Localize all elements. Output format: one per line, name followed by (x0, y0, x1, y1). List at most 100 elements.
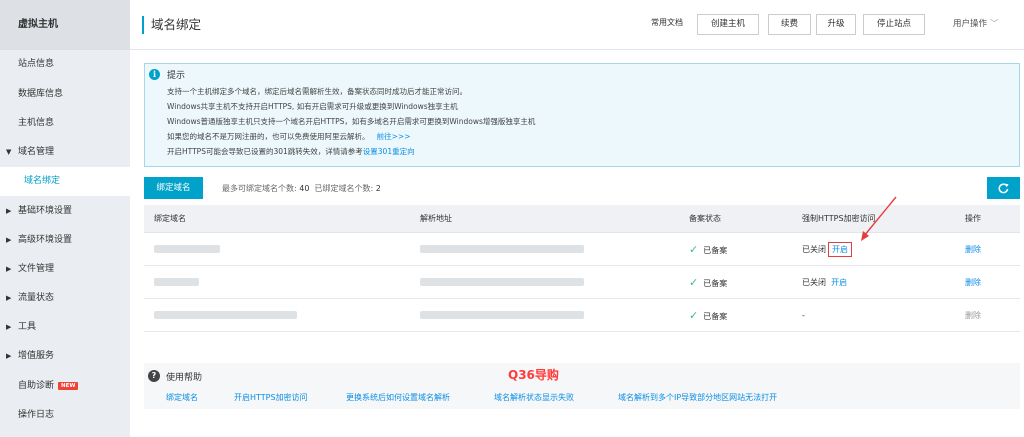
tip-line-text: 开启HTTPS可能会导致已设置的301跳转失效，详情请参考 (167, 147, 363, 156)
sidebar-item-site-info[interactable]: 站点信息 (0, 50, 130, 79)
help-title: 使用帮助 (166, 373, 203, 383)
upgrade-button[interactable]: 升级 (816, 14, 856, 35)
tip-line: Windows共享主机不支持开启HTTPS, 如有开启需求可升级或更换到Wind… (167, 102, 458, 111)
max-domains-value: 40 (299, 184, 310, 193)
help-link-bind-domain[interactable]: 绑定域名 (166, 392, 198, 403)
table-row: ✓ 已备案 - 删除 (144, 299, 1020, 332)
bind-domain-button[interactable]: 绑定域名 (144, 177, 203, 199)
tip-line: 支持一个主机绑定多个域名，绑定后域名需解析生效，备案状态同时成功后才能正常访问。 (167, 87, 467, 96)
sidebar-item-label: 工具 (18, 322, 37, 332)
record-status-text: 已备案 (703, 312, 728, 321)
sidebar-item-file-management[interactable]: ▶ 文件管理 (0, 255, 130, 284)
check-icon: ✓ (689, 243, 699, 256)
delete-link[interactable]: 删除 (965, 266, 981, 299)
caret-right-icon: ▶ (6, 236, 12, 244)
column-header: 操作 (965, 214, 981, 223)
sidebar-item-traffic-status[interactable]: ▶ 流量状态 (0, 284, 130, 313)
create-host-button[interactable]: 创建主机 (697, 14, 759, 35)
help-link-multi-ip[interactable]: 域名解析到多个IP导致部分地区网站无法打开 (618, 392, 777, 403)
table-header: 绑定域名 解析地址 备案状态 强制HTTPS加密访问 操作 (144, 205, 1020, 233)
go-to-dns-link[interactable]: 前往>>> (377, 132, 411, 141)
tips-panel: i 提示 支持一个主机绑定多个域名，绑定后域名需解析生效，备案状态同时成功后才能… (144, 63, 1020, 167)
bound-domains-label: 已绑定域名个数: (314, 184, 374, 193)
enable-https-link[interactable]: 开启 (828, 242, 852, 257)
sidebar-item-label: 主机信息 (18, 118, 55, 128)
redacted-domain (154, 278, 199, 286)
sidebar-item-basic-env[interactable]: ▶ 基础环境设置 (0, 197, 130, 226)
caret-right-icon: ▶ (6, 265, 12, 273)
sidebar-item-label: 高级环境设置 (18, 235, 73, 245)
sidebar-item-label: 文件管理 (18, 264, 55, 274)
caret-right-icon: ▶ (6, 207, 12, 215)
watermark: Q36导购 (508, 368, 559, 382)
help-icon: ? (148, 370, 160, 382)
delete-link[interactable]: 删除 (965, 233, 981, 266)
set-301-redirect-link[interactable]: 设置301重定向 (363, 147, 415, 156)
sidebar-item-label: 站点信息 (18, 59, 55, 69)
bind-count-info: 最多可绑定域名个数: 40 已绑定域名个数: 2 (222, 183, 381, 194)
table-row: ✓ 已备案 已关闭 开启 删除 (144, 266, 1020, 299)
sidebar-item-label: 增值服务 (18, 351, 55, 361)
record-status: ✓ 已备案 (689, 266, 727, 300)
user-menu-label: 用户操作 (953, 19, 988, 29)
sidebar-item-label: 域名管理 (18, 147, 55, 157)
https-state-text: 已关闭 (802, 245, 826, 254)
https-state: 已关闭 开启 (802, 233, 852, 266)
sidebar-item-label: 自助诊断 (18, 381, 55, 391)
new-badge: NEW (58, 382, 79, 390)
page-title: 域名绑定 (142, 16, 201, 34)
enable-https-link[interactable]: 开启 (831, 278, 847, 287)
tip-line: Windows普通版独享主机只支持一个域名开启HTTPS，如有多域名开启需求可更… (167, 117, 536, 126)
sidebar-item-tools[interactable]: ▶ 工具 (0, 313, 130, 342)
stop-site-button[interactable]: 停止站点 (863, 14, 925, 35)
https-state-text: - (802, 311, 805, 320)
sidebar-item-self-diagnosis[interactable]: 自助诊断 NEW (0, 372, 130, 401)
refresh-button[interactable] (987, 177, 1020, 199)
delete-link-disabled: 删除 (965, 311, 981, 320)
redacted-domain (154, 311, 297, 319)
sidebar-item-operation-log[interactable]: 操作日志 (0, 401, 130, 430)
column-header: 强制HTTPS加密访问 (802, 214, 876, 223)
column-header: 绑定域名 (154, 214, 186, 223)
tips-title: 提示 (167, 71, 186, 81)
check-icon: ✓ (689, 309, 699, 322)
sidebar-item-advanced-env[interactable]: ▶ 高级环境设置 (0, 226, 130, 255)
sidebar-item-domain-management[interactable]: ▼ 域名管理 (0, 138, 130, 167)
caret-right-icon: ▶ (6, 352, 12, 360)
refresh-icon (998, 183, 1009, 194)
sidebar-item-label: 域名绑定 (24, 176, 61, 186)
user-menu[interactable]: 用户操作 ﹀ (953, 17, 999, 29)
tip-line: 开启HTTPS可能会导致已设置的301跳转失效，详情请参考设置301重定向 (167, 146, 415, 157)
record-status: ✓ 已备案 (689, 299, 727, 333)
column-header: 解析地址 (420, 214, 452, 223)
redacted-address (420, 278, 584, 286)
caret-down-icon: ▼ (6, 148, 12, 156)
docs-link[interactable]: 常用文档 (651, 17, 683, 28)
renew-button[interactable]: 续费 (768, 14, 811, 35)
sidebar-item-label: 基础环境设置 (18, 206, 73, 216)
record-status: ✓ 已备案 (689, 233, 727, 267)
record-status-text: 已备案 (703, 279, 728, 288)
sidebar: 虚拟主机 站点信息 数据库信息 主机信息 ▼ 域名管理 域名绑定 ▶ 基础环境设置 … (0, 0, 130, 437)
help-link-dns-status-failed[interactable]: 域名解析状态显示失败 (494, 392, 574, 403)
sidebar-item-database-info[interactable]: 数据库信息 (0, 80, 130, 109)
max-domains-label: 最多可绑定域名个数: (222, 184, 297, 193)
help-link-dns-after-system-change[interactable]: 更换系统后如何设置域名解析 (346, 392, 450, 403)
sidebar-item-domain-binding[interactable]: 域名绑定 (0, 167, 130, 196)
tip-line-text: 如果您的域名不是万网注册的，也可以免费使用阿里云解析。 (167, 132, 370, 141)
https-state-text: 已关闭 (802, 278, 826, 287)
sidebar-item-label: 数据库信息 (18, 89, 64, 99)
page-header: 域名绑定 常用文档 创建主机 续费 升级 停止站点 用户操作 ﹀ (130, 0, 1024, 50)
caret-right-icon: ▶ (6, 294, 12, 302)
bound-domains-value: 2 (375, 184, 381, 193)
https-state: - (802, 299, 805, 332)
sidebar-title: 虚拟主机 (0, 0, 130, 50)
help-link-enable-https[interactable]: 开启HTTPS加密访问 (234, 392, 308, 403)
help-panel: ? 使用帮助 绑定域名 开启HTTPS加密访问 更换系统后如何设置域名解析 域名… (144, 363, 1020, 409)
chevron-down-icon: ﹀ (990, 19, 999, 29)
record-status-text: 已备案 (703, 246, 728, 255)
sidebar-item-label: 操作日志 (18, 410, 55, 420)
sidebar-item-host-info[interactable]: 主机信息 (0, 109, 130, 138)
sidebar-item-value-added[interactable]: ▶ 增值服务 (0, 342, 130, 371)
tip-line: 如果您的域名不是万网注册的，也可以免费使用阿里云解析。 前往>>> (167, 131, 411, 142)
